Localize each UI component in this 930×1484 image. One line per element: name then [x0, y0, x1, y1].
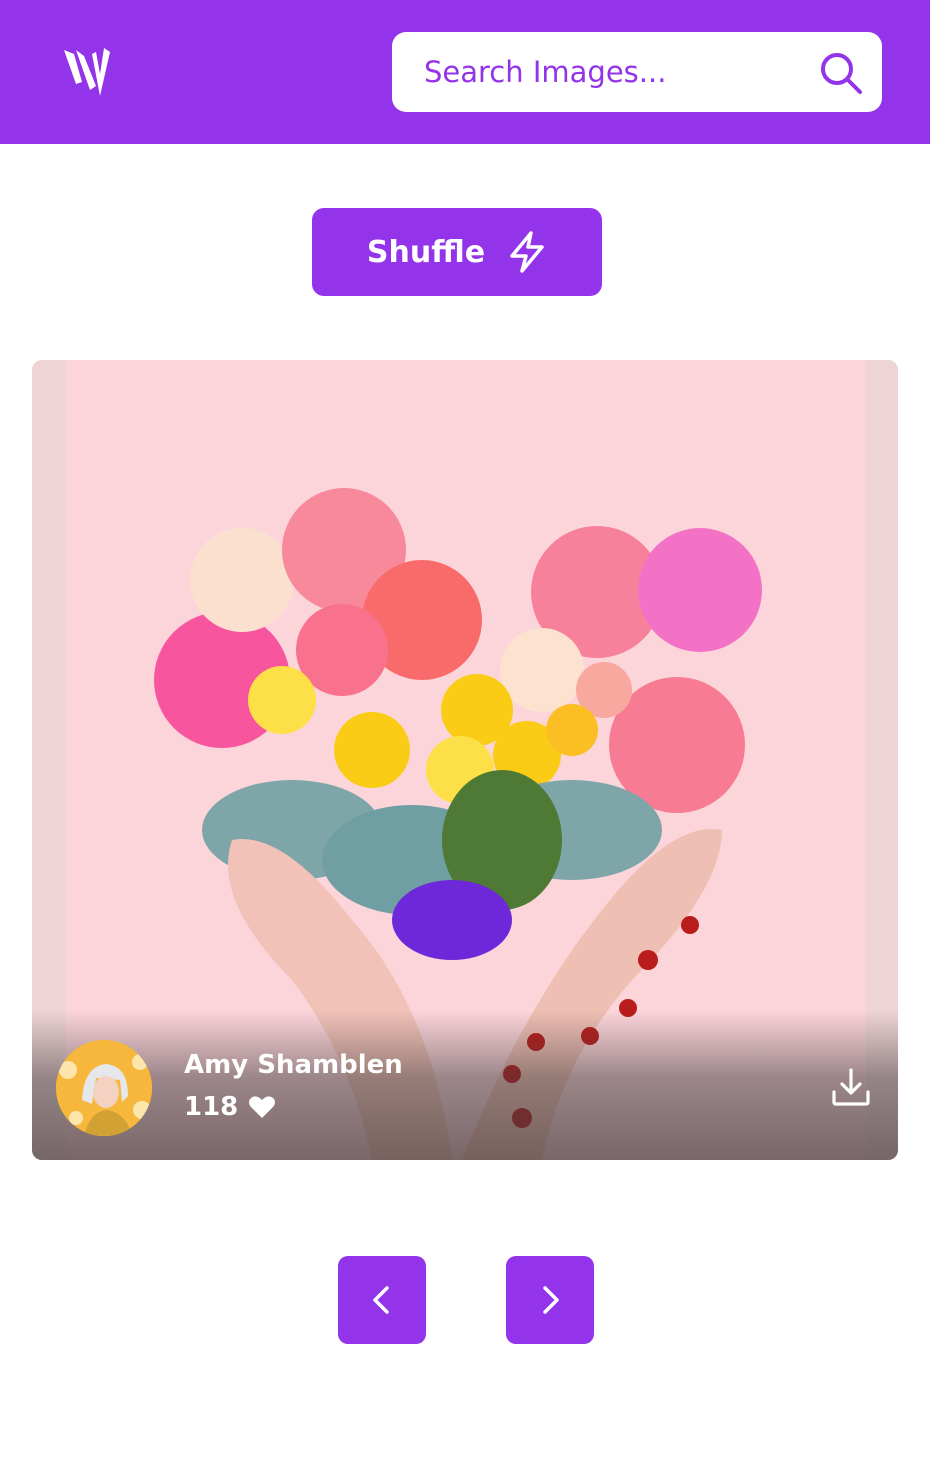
likes: 118	[184, 1092, 276, 1122]
search-bar	[392, 32, 882, 112]
top-header	[0, 0, 930, 144]
likes-count: 118	[184, 1092, 239, 1122]
previous-button[interactable]	[338, 1256, 426, 1344]
avatar[interactable]	[56, 1040, 152, 1136]
chevron-right-icon	[543, 1286, 559, 1314]
author-name[interactable]: Amy Shamblen	[184, 1050, 403, 1080]
chevron-left-icon	[373, 1286, 389, 1314]
bolt-icon	[510, 231, 544, 273]
heart-icon[interactable]	[248, 1094, 276, 1120]
search-icon[interactable]	[818, 50, 864, 96]
next-button[interactable]	[506, 1256, 594, 1344]
shuffle-label: Shuffle	[366, 234, 486, 270]
download-icon[interactable]	[830, 1066, 872, 1108]
photo-card[interactable]: Amy Shamblen 118	[32, 360, 898, 1160]
shuffle-button[interactable]: Shuffle	[312, 208, 602, 296]
brand-logo-icon[interactable]	[62, 44, 114, 100]
search-input[interactable]	[424, 32, 804, 112]
photo-info-overlay	[32, 1010, 898, 1160]
